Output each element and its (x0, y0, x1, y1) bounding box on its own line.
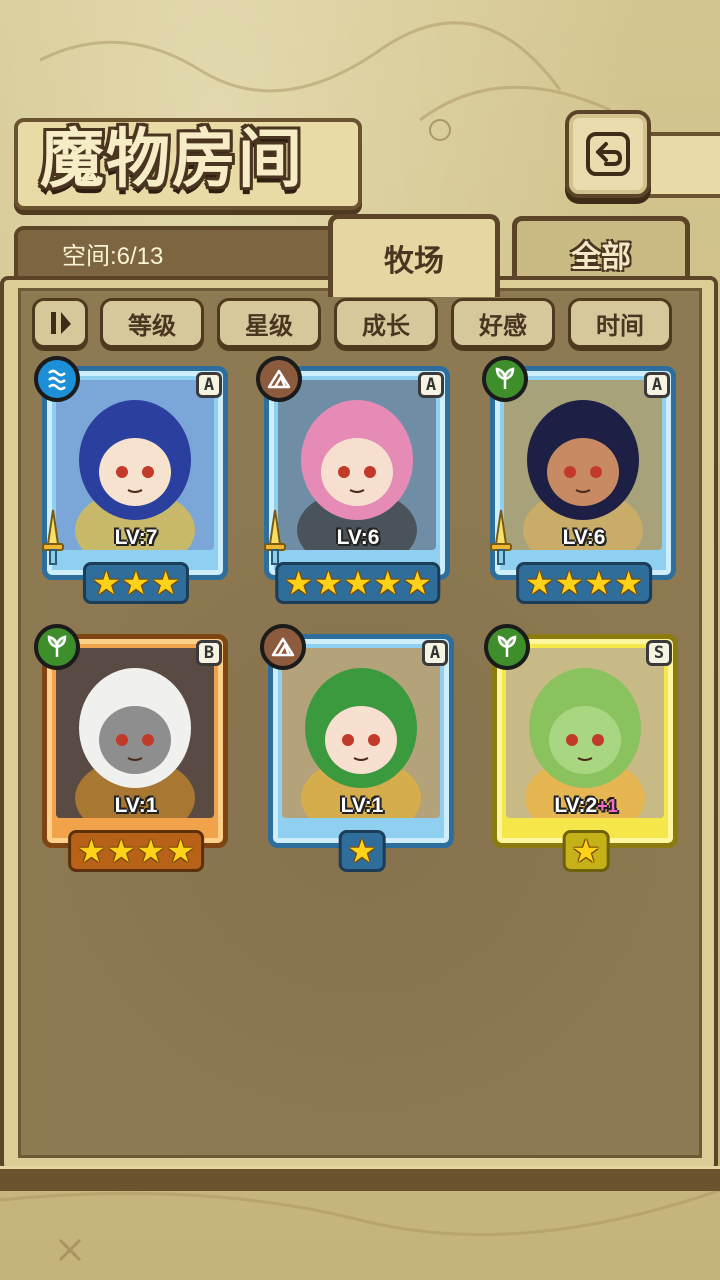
back-arrow-icon (586, 132, 630, 176)
sort-growth-button[interactable]: 成长 (334, 298, 438, 348)
sort-star-button[interactable]: 星级 (217, 298, 321, 348)
monster-card[interactable]: A LV:6 ★ ★ ★ ★ ★ (256, 356, 458, 604)
level-label: LV:1 (262, 794, 462, 818)
level-text: LV:7 (114, 526, 158, 549)
star-rating: ★ ★ ★ (82, 562, 190, 604)
sort-order-toggle[interactable] (32, 298, 88, 348)
earth-element-icon (260, 624, 306, 670)
monster-portrait (56, 648, 214, 818)
space-counter: 空间:6/13 (62, 243, 164, 270)
monster-portrait (506, 648, 664, 818)
level-text: LV:6 (562, 526, 606, 549)
rank-badge: B (196, 640, 222, 666)
star-icon: ★ (121, 564, 151, 602)
level-label: LV:7 (36, 526, 236, 550)
monster-portrait (282, 648, 440, 818)
star-icon: ★ (166, 832, 195, 870)
star-rating: ★ ★ ★ ★ (516, 562, 652, 604)
grass-element-icon (34, 624, 80, 670)
star-icon: ★ (554, 564, 584, 602)
monster-card[interactable]: A LV:7 ★ ★ ★ (34, 356, 236, 604)
level-text: LV:1 (114, 794, 158, 817)
rank-badge: A (418, 372, 444, 398)
level-label: LV:2+1 (486, 794, 686, 818)
monster-portrait (504, 380, 662, 550)
tab-ranch[interactable]: 牧场 (328, 214, 500, 297)
star-icon: ★ (403, 564, 432, 602)
monster-portrait (278, 380, 436, 550)
level-label: LV:1 (36, 794, 236, 818)
monster-card[interactable]: S LV:2+1 ★ (484, 624, 686, 872)
star-icon: ★ (614, 564, 643, 602)
star-icon: ★ (284, 564, 313, 602)
star-icon: ★ (136, 832, 166, 870)
star-rating: ★ (338, 830, 386, 872)
sort-time-button[interactable]: 时间 (568, 298, 672, 348)
level-label: LV:6 (258, 526, 458, 550)
star-icon: ★ (373, 564, 403, 602)
monster-card[interactable]: A LV:1 ★ (260, 624, 462, 872)
star-rating: ★ ★ ★ ★ ★ (275, 562, 441, 604)
star-rating: ★ ★ ★ ★ (68, 830, 204, 872)
star-icon: ★ (77, 832, 106, 870)
water-element-icon (34, 356, 80, 402)
page-title: 魔物房间 (40, 122, 304, 197)
rank-badge: S (646, 640, 672, 666)
star-icon: ★ (91, 564, 121, 602)
star-icon: ★ (343, 564, 373, 602)
star-icon: ★ (151, 564, 181, 602)
monster-portrait (56, 380, 214, 550)
grass-element-icon (484, 624, 530, 670)
rank-badge: A (196, 372, 222, 398)
level-text: LV:1 (340, 794, 384, 817)
rank-badge: A (644, 372, 670, 398)
sort-level-button[interactable]: 等级 (100, 298, 204, 348)
earth-element-icon (256, 356, 302, 402)
back-button[interactable] (565, 110, 651, 198)
monster-card[interactable]: B LV:1 ★ ★ ★ ★ (34, 624, 236, 872)
level-label: LV:6 (484, 526, 684, 550)
level-bonus: +1 (597, 796, 618, 816)
star-icon: ★ (525, 564, 554, 602)
monster-card[interactable]: A LV:6 ★ ★ ★ ★ (482, 356, 684, 604)
level-text: LV:6 (336, 526, 380, 549)
star-icon: ★ (313, 564, 343, 602)
rank-badge: A (422, 640, 448, 666)
star-icon: ★ (106, 832, 136, 870)
star-icon: ★ (571, 832, 601, 870)
star-rating: ★ (562, 830, 610, 872)
star-icon: ★ (584, 564, 614, 602)
sort-affection-button[interactable]: 好感 (451, 298, 555, 348)
level-text: LV:2 (554, 794, 598, 817)
star-icon: ★ (347, 832, 377, 870)
bottom-border (0, 1166, 720, 1191)
sort-order-icon (51, 312, 71, 334)
grass-element-icon (482, 356, 528, 402)
